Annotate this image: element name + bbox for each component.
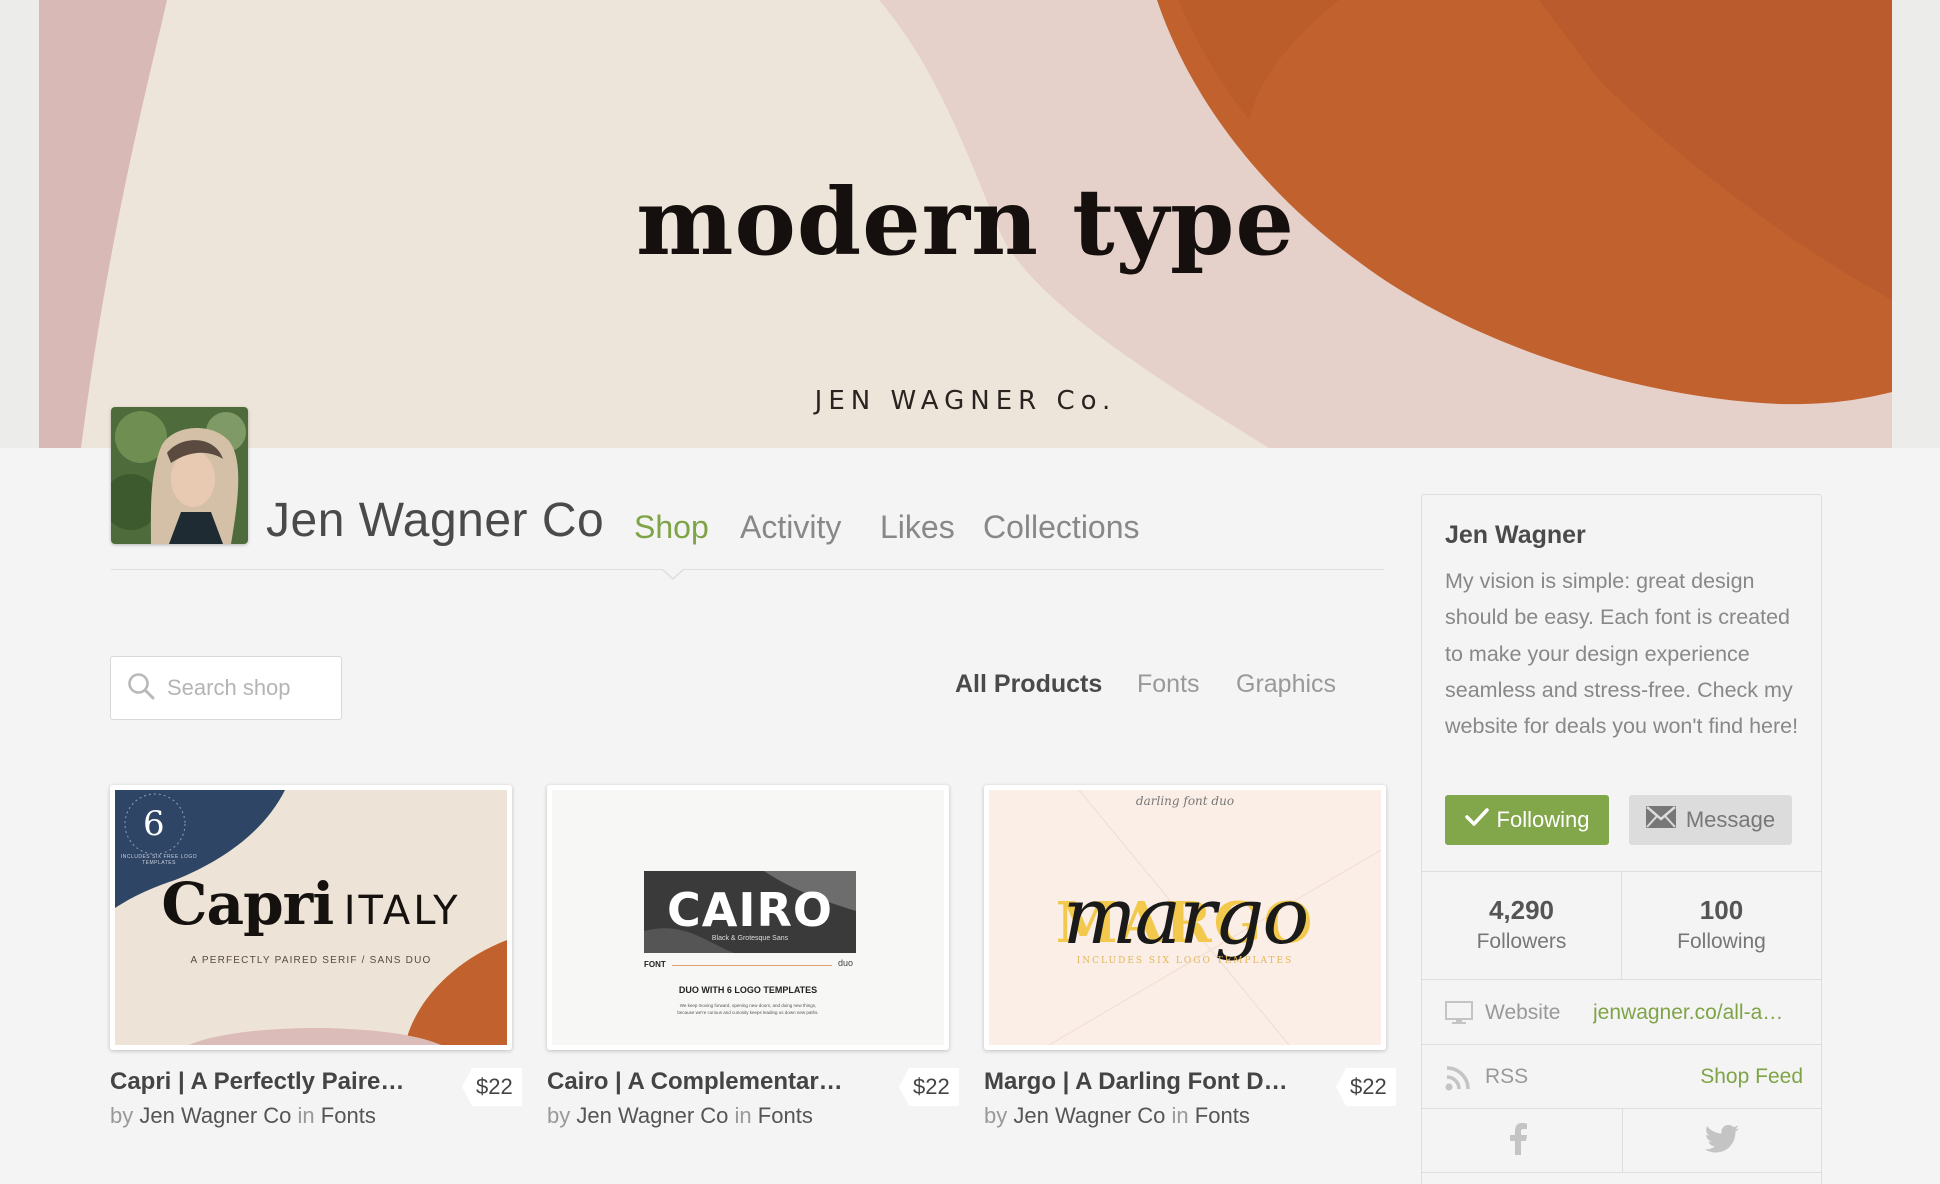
- price-tag: $22: [899, 1068, 959, 1106]
- category-link[interactable]: Fonts: [321, 1103, 376, 1128]
- sidebar-divider: [1422, 1044, 1821, 1045]
- banner-title: modern type: [636, 168, 1295, 276]
- by-word: by: [110, 1103, 134, 1128]
- website-label: Website: [1485, 1001, 1561, 1024]
- capri-wordmark: Capri: [161, 870, 334, 938]
- product-byline: by Jen Wagner Co in Fonts: [110, 1103, 376, 1129]
- owner-name: Jen Wagner: [1445, 521, 1586, 549]
- product-thumbnail[interactable]: darling font duo MARGO margo INCLUDES SI…: [984, 785, 1386, 1050]
- cairo-rule: [672, 965, 832, 966]
- cairo-font-tag: FONT: [644, 960, 666, 969]
- cairo-fine-line-1: We keep moving forward, opening new door…: [679, 1003, 817, 1008]
- search-icon: [127, 672, 155, 705]
- social-divider: [1622, 1108, 1623, 1172]
- sidebar-divider: [1422, 1172, 1821, 1173]
- tab-collections[interactable]: Collections: [983, 509, 1140, 546]
- rss-label: RSS: [1485, 1065, 1529, 1088]
- category-link[interactable]: Fonts: [758, 1103, 813, 1128]
- category-link[interactable]: Fonts: [1195, 1103, 1250, 1128]
- capri-badge-number: 6: [143, 804, 165, 844]
- cairo-duo-tag: duo: [838, 958, 854, 968]
- shop-feed-link[interactable]: Shop Feed: [1700, 1065, 1803, 1089]
- author-link[interactable]: Jen Wagner Co: [1013, 1103, 1165, 1128]
- in-word: in: [734, 1103, 752, 1128]
- product-card[interactable]: 6 INCLUDES SIX FREE LOGO TEMPLATES Capri…: [110, 785, 522, 1128]
- following-button-label: Following: [1496, 807, 1590, 832]
- message-button-label: Message: [1685, 807, 1776, 832]
- margo-script-overlay: margo: [1062, 872, 1310, 962]
- shop-search-box[interactable]: [110, 656, 342, 720]
- cairo-wordmark: CAIRO: [667, 883, 833, 937]
- margo-script-top: darling font duo: [1135, 794, 1235, 808]
- product-thumbnail[interactable]: CAIRO Black & Grotesque Sans FONT duo DU…: [547, 785, 949, 1050]
- filter-graphics[interactable]: Graphics: [1236, 670, 1336, 699]
- active-tab-caret: [661, 568, 685, 580]
- product-thumbnail[interactable]: 6 INCLUDES SIX FREE LOGO TEMPLATES Capri…: [110, 785, 512, 1050]
- in-word: in: [297, 1103, 315, 1128]
- margo-tagline: INCLUDES SIX LOGO TEMPLATES: [1076, 956, 1294, 966]
- capri-badge-ring-text: INCLUDES SIX FREE LOGO TEMPLATES: [120, 854, 198, 866]
- product-title[interactable]: Capri | A Perfectly Paire…: [110, 1068, 420, 1096]
- cover-banner: modern type JEN WAGNER Co.: [39, 0, 1892, 448]
- banner-subtitle: JEN WAGNER Co.: [814, 386, 1117, 416]
- product-card[interactable]: darling font duo MARGO margo INCLUDES SI…: [984, 785, 1396, 1128]
- by-word: by: [984, 1103, 1008, 1128]
- tab-likes[interactable]: Likes: [880, 509, 955, 546]
- cover-banner-area: modern type JEN WAGNER Co.: [0, 0, 1940, 448]
- shop-name: Jen Wagner Co: [266, 494, 605, 547]
- search-input[interactable]: [167, 675, 337, 701]
- capri-tagline: A PERFECTLY PAIRED SERIF / SANS DUO: [190, 955, 432, 966]
- monitor-icon: [1445, 1001, 1473, 1030]
- tabs-divider: [111, 569, 1384, 570]
- filter-all-products[interactable]: All Products: [955, 670, 1102, 699]
- tab-shop[interactable]: Shop: [634, 509, 709, 546]
- price-tag: $22: [462, 1068, 522, 1106]
- website-link[interactable]: jenwagner.co/all-a…: [1593, 1001, 1803, 1025]
- product-byline: by Jen Wagner Co in Fonts: [547, 1103, 813, 1129]
- sidebar-divider: [1422, 979, 1821, 980]
- rss-icon: [1445, 1065, 1471, 1096]
- following-label: Following: [1677, 930, 1766, 953]
- checkmark-icon: [1464, 807, 1489, 833]
- price-tag: $22: [1336, 1068, 1396, 1106]
- tab-activity[interactable]: Activity: [740, 509, 841, 546]
- followers-stat[interactable]: 4,290 Followers: [1422, 895, 1621, 954]
- product-title[interactable]: Margo | A Darling Font D…: [984, 1068, 1294, 1096]
- followers-label: Followers: [1476, 930, 1567, 953]
- author-link[interactable]: Jen Wagner Co: [576, 1103, 728, 1128]
- product-byline: by Jen Wagner Co in Fonts: [984, 1103, 1250, 1129]
- cairo-fine-line-2: because we're curious and curiosity keep…: [677, 1010, 819, 1015]
- product-title[interactable]: Cairo | A Complementar…: [547, 1068, 857, 1096]
- by-word: by: [547, 1103, 571, 1128]
- owner-bio: My vision is simple: great design should…: [1445, 569, 1799, 739]
- capri-wordmark-italy: ITALY: [343, 888, 461, 934]
- in-word: in: [1171, 1103, 1189, 1128]
- following-button[interactable]: Following: [1445, 795, 1609, 845]
- cairo-tagline: DUO WITH 6 LOGO TEMPLATES: [678, 985, 818, 995]
- twitter-icon[interactable]: [1704, 1124, 1739, 1158]
- cairo-subtitle: Black & Grotesque Sans: [711, 935, 789, 942]
- avatar-photo: [111, 407, 248, 544]
- message-button[interactable]: Message: [1629, 795, 1792, 845]
- author-link[interactable]: Jen Wagner Co: [139, 1103, 291, 1128]
- product-card[interactable]: CAIRO Black & Grotesque Sans FONT duo DU…: [547, 785, 959, 1128]
- envelope-icon: [1645, 806, 1676, 834]
- following-count: 100: [1699, 895, 1744, 925]
- shop-avatar[interactable]: [111, 407, 248, 544]
- following-stat[interactable]: 100 Following: [1622, 895, 1821, 954]
- followers-count: 4,290: [1488, 895, 1555, 925]
- filter-fonts[interactable]: Fonts: [1137, 670, 1200, 699]
- facebook-icon[interactable]: [1508, 1123, 1528, 1160]
- cairo-word-block: CAIRO Black & Grotesque Sans: [644, 871, 856, 953]
- profile-sidebar: Jen Wagner My vision is simple: great de…: [1421, 494, 1822, 1184]
